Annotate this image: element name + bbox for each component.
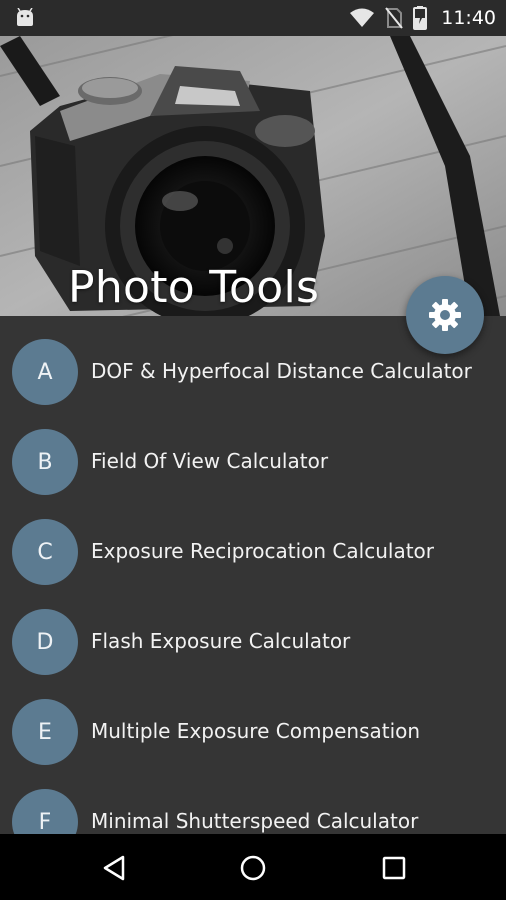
list-item-fov[interactable]: B Field Of View Calculator: [0, 406, 506, 496]
wifi-icon: [350, 8, 375, 27]
status-time: 11:40: [441, 7, 496, 29]
home-button[interactable]: [233, 848, 273, 888]
android-icon: [17, 8, 33, 26]
letter-avatar: E: [12, 699, 78, 765]
list-item-label: Field Of View Calculator: [91, 449, 329, 473]
status-icons: 11:40: [349, 0, 496, 36]
list-item-label: Flash Exposure Calculator: [91, 629, 351, 653]
settings-button[interactable]: [406, 276, 484, 354]
list-item-label: Exposure Reciprocation Calculator: [91, 539, 434, 563]
back-icon: [103, 855, 125, 881]
recents-button[interactable]: [374, 848, 414, 888]
list-item-exposure-reciprocation[interactable]: C Exposure Reciprocation Calculator: [0, 496, 506, 586]
no-sim-icon: [385, 7, 404, 29]
home-icon: [240, 855, 266, 881]
list-item-multiple-exposure[interactable]: E Multiple Exposure Compensation: [0, 676, 506, 766]
list-item-label: DOF & Hyperfocal Distance Calculator: [91, 359, 472, 383]
list-item-flash-exposure[interactable]: D Flash Exposure Calculator: [0, 586, 506, 676]
letter-avatar: C: [12, 519, 78, 585]
tools-list: A DOF & Hyperfocal Distance Calculator B…: [0, 316, 506, 834]
settings-gear-icon: [429, 299, 461, 331]
header-image: Photo Tools: [0, 36, 506, 316]
battery-charging-icon: [413, 6, 428, 30]
back-button[interactable]: [94, 848, 134, 888]
recents-icon: [382, 856, 406, 880]
letter-avatar: D: [12, 609, 78, 675]
status-bar: 11:40: [0, 0, 506, 36]
list-item-minimal-shutterspeed[interactable]: F Minimal Shutterspeed Calculator: [0, 766, 506, 834]
letter-avatar: A: [12, 339, 78, 405]
app-title: Photo Tools: [68, 262, 320, 313]
list-item-label: Multiple Exposure Compensation: [91, 719, 421, 743]
letter-avatar: B: [12, 429, 78, 495]
letter-avatar: F: [12, 789, 78, 834]
navigation-bar: [0, 834, 506, 900]
list-item-label: Minimal Shutterspeed Calculator: [91, 809, 419, 833]
